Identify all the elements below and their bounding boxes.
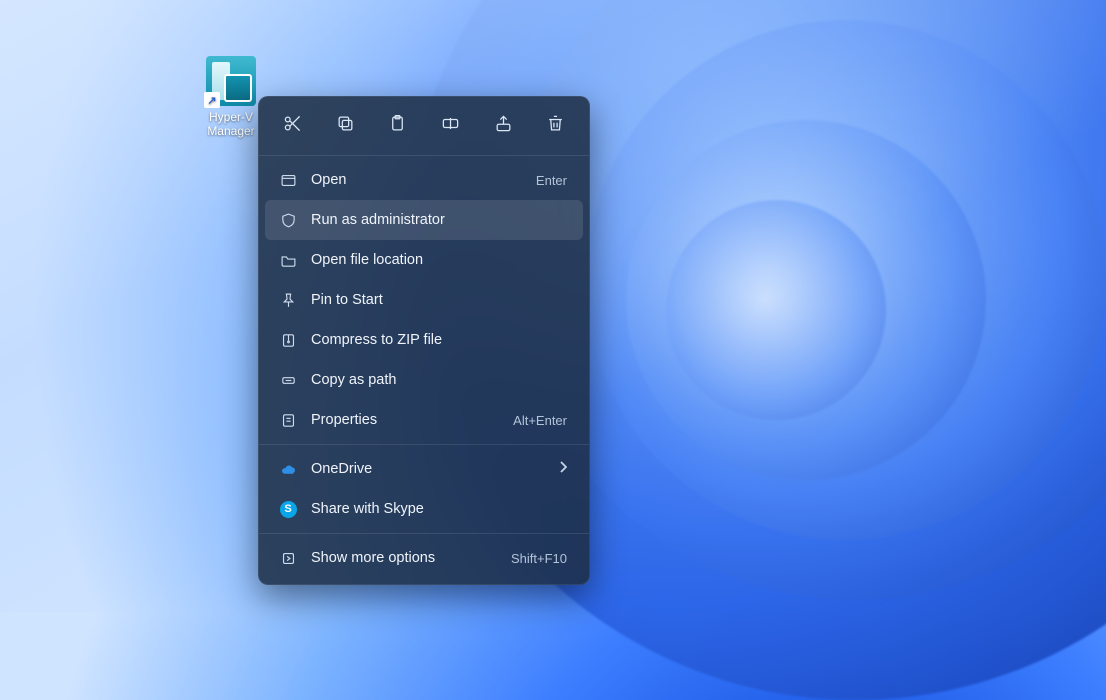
menu-separator: [259, 533, 589, 534]
copy-icon: [336, 114, 355, 137]
menu-item-label: Properties: [311, 412, 513, 428]
chevron-right-icon: [559, 461, 567, 477]
share-icon: [494, 114, 513, 137]
menu-item-open[interactable]: Open Enter: [265, 160, 583, 200]
menu-item-share-with-skype[interactable]: S Share with Skype: [265, 489, 583, 529]
menu-item-show-more-options[interactable]: Show more options Shift+F10: [265, 538, 583, 578]
menu-item-label: Run as administrator: [311, 212, 567, 228]
menu-item-shortcut: Alt+Enter: [513, 413, 567, 428]
path-icon: [279, 371, 297, 389]
menu-item-label: Pin to Start: [311, 292, 567, 308]
zip-icon: [279, 331, 297, 349]
share-button[interactable]: [482, 107, 525, 143]
menu-item-compress-to-zip[interactable]: Compress to ZIP file: [265, 320, 583, 360]
menu-item-label: Open: [311, 172, 536, 188]
delete-button[interactable]: [534, 107, 577, 143]
shortcut-overlay-icon: ↗: [204, 92, 220, 108]
menu-item-label: Open file location: [311, 252, 567, 268]
menu-item-run-as-administrator[interactable]: Run as administrator: [265, 200, 583, 240]
pin-icon: [279, 291, 297, 309]
wallpaper-shape: [666, 200, 886, 420]
menu-item-copy-as-path[interactable]: Copy as path: [265, 360, 583, 400]
context-menu: Open Enter Run as administrator Open fil…: [258, 96, 590, 585]
menu-item-properties[interactable]: Properties Alt+Enter: [265, 400, 583, 440]
app-window-icon: [279, 171, 297, 189]
desktop-icon-hyperv-manager[interactable]: ↗ Hyper-V Manager: [196, 56, 266, 139]
skype-icon: S: [279, 500, 297, 518]
onedrive-icon: [279, 460, 297, 478]
menu-separator: [259, 155, 589, 156]
menu-item-onedrive[interactable]: OneDrive: [265, 449, 583, 489]
trash-icon: [546, 114, 565, 137]
clipboard-icon: [388, 114, 407, 137]
hyperv-manager-icon: ↗: [206, 56, 256, 106]
quick-actions-row: [259, 97, 589, 151]
desktop-icon-label: Hyper-V Manager: [196, 110, 266, 139]
menu-item-pin-to-start[interactable]: Pin to Start: [265, 280, 583, 320]
menu-item-label: Copy as path: [311, 372, 567, 388]
rename-icon: [441, 114, 460, 137]
menu-item-open-file-location[interactable]: Open file location: [265, 240, 583, 280]
menu-item-label: Show more options: [311, 550, 511, 566]
menu-item-label: OneDrive: [311, 461, 559, 477]
menu-separator: [259, 444, 589, 445]
more-options-icon: [279, 549, 297, 567]
menu-item-label: Compress to ZIP file: [311, 332, 567, 348]
menu-item-label: Share with Skype: [311, 501, 567, 517]
menu-item-shortcut: Enter: [536, 173, 567, 188]
folder-icon: [279, 251, 297, 269]
menu-item-shortcut: Shift+F10: [511, 551, 567, 566]
rename-button[interactable]: [429, 107, 472, 143]
shield-icon: [279, 211, 297, 229]
scissors-icon: [283, 114, 302, 137]
paste-button[interactable]: [376, 107, 419, 143]
cut-button[interactable]: [271, 107, 314, 143]
copy-button[interactable]: [324, 107, 367, 143]
properties-icon: [279, 411, 297, 429]
